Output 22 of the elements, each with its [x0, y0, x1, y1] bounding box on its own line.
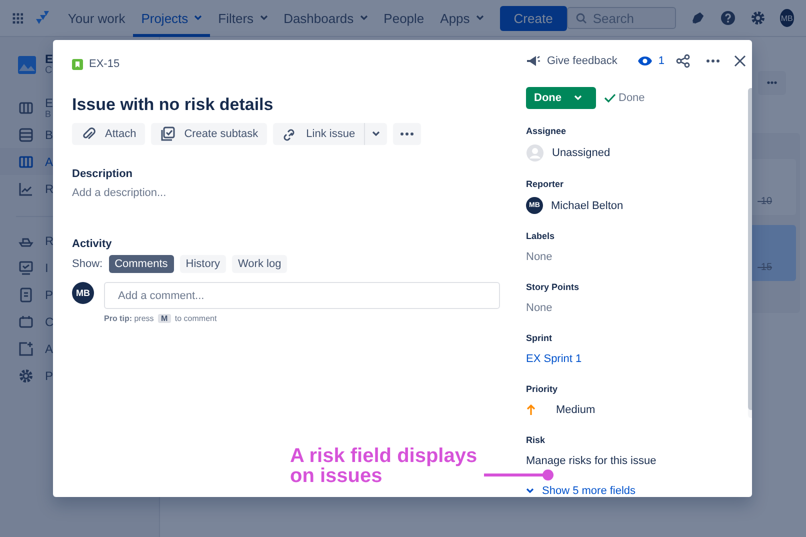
field-label: Reporter [526, 178, 565, 191]
project-type: C [45, 65, 54, 76]
project-name: E [45, 53, 54, 65]
field-value: None [526, 301, 552, 316]
user-avatar: MB [72, 282, 94, 304]
field-label: Risk [526, 434, 546, 447]
callout-text: A risk field displays on issues [290, 446, 478, 486]
resolution: Done [604, 92, 645, 104]
field-label: Priority [526, 383, 559, 396]
field-value: None [526, 250, 552, 265]
field-label: Story Points [526, 281, 580, 294]
activity-heading: Activity [72, 237, 113, 251]
field-label: Assignee [526, 125, 568, 138]
field-value: Medium [556, 403, 596, 418]
pro-tip: Pro tip: press M to comment [104, 314, 218, 323]
field-value: Unassigned [552, 146, 610, 161]
issue-title: Issue with no risk details [72, 94, 274, 116]
field-label: Labels [526, 230, 556, 243]
description-heading: Description [72, 167, 134, 181]
field-label: Sprint [526, 332, 553, 345]
show-label: Show: [72, 258, 103, 270]
field-value: Michael Belton [551, 198, 624, 214]
